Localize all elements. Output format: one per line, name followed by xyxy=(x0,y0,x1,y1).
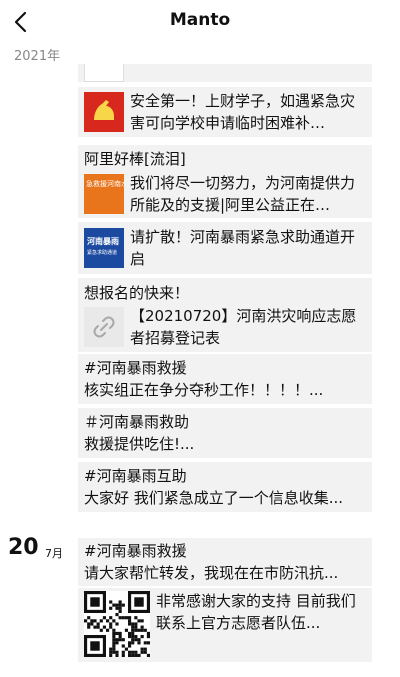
post-text-line: #河南暴雨救援 xyxy=(84,542,187,560)
post-card[interactable]: #河南暴雨救援 请大家帮忙转发，我现在在市防汛抗... xyxy=(78,538,372,586)
year-label: 2021年 xyxy=(14,49,61,64)
post-card[interactable]: 河南暴雨 紧急求助通道 请扩散！河南暴雨紧急求助通道开启 xyxy=(78,222,372,274)
nav-bar: Manto xyxy=(0,0,400,44)
post-thumbnail: 急救援河南水 xyxy=(84,174,124,214)
shared-link[interactable]: 非常感谢大家的支持 目前我们联系上官方志愿者队伍... xyxy=(78,588,372,662)
post-text-line: 救援提供吃住!... xyxy=(84,435,195,453)
post-link-title: 请扩散！河南暴雨紧急求助通道开启 xyxy=(130,228,356,268)
post-thumbnail xyxy=(84,64,124,82)
shared-link[interactable]: 急救援河南水 我们将尽一切努力，为河南提供力所能及的支援|阿里公益正在… xyxy=(78,170,372,218)
post-link-title: 我们将尽一切努力，为河南提供力所能及的支援|阿里公益正在… xyxy=(130,174,356,214)
post-caption: 阿里好棒[流泪] xyxy=(84,150,186,168)
page-title: Manto xyxy=(169,10,231,30)
post-date-month: 7月 xyxy=(45,547,63,560)
post-thumbnail: 河南暴雨 紧急求助通道 xyxy=(84,228,124,268)
post-text-line: #河南暴雨救援 xyxy=(84,359,187,377)
post-card[interactable]: #河南暴雨救援 核实组正在争分夺秒工作！！！！... xyxy=(78,354,372,404)
qr-code-thumbnail xyxy=(84,591,150,657)
moments-feed[interactable]: 安全第一！上财学子，如遇紧急灾害可向学校申请临时困难补… 阿里好棒[流泪] 急救… xyxy=(0,64,400,677)
post-date-day: 20 xyxy=(8,535,39,560)
post-card[interactable]: 安全第一！上财学子，如遇紧急灾害可向学校申请临时困难补… xyxy=(78,87,372,137)
post-card[interactable]: ＃河南暴雨救助 救援提供吃住!... xyxy=(78,408,372,458)
thumbnail-text: 河南暴雨 xyxy=(87,237,119,246)
post-text-line: 请大家帮忙转发，我现在在市防汛抗... xyxy=(84,564,339,582)
post-thumbnail xyxy=(84,92,124,132)
post-text-line: 大家好 我们紧急成立了一个信息收集... xyxy=(84,489,344,507)
post-link-title: 安全第一！上财学子，如遇紧急灾害可向学校申请临时困难补… xyxy=(130,92,356,132)
shared-link[interactable]: 【20210720】河南洪灾响应志愿者招募登记表 xyxy=(78,304,372,350)
post-card[interactable]: #河南暴雨互助 大家好 我们紧急成立了一个信息收集... xyxy=(78,462,372,512)
thumbnail-text: 紧急求助通道 xyxy=(87,250,118,256)
post-caption: 想报名的快来！ xyxy=(84,284,190,302)
post-link-title: 非常感谢大家的支持 目前我们联系上官方志愿者队伍... xyxy=(156,592,356,632)
post-link-title: 【20210720】河南洪灾响应志愿者招募登记表 xyxy=(130,307,357,347)
year-header: 2021年 xyxy=(0,44,400,64)
post-text-line: 核实组正在争分夺秒工作！！！！... xyxy=(84,381,324,399)
link-icon xyxy=(93,316,115,338)
thumbnail-text: 急救援河南水 xyxy=(86,180,124,188)
post-text-line: ＃河南暴雨救助 xyxy=(84,413,190,431)
post-card-partial[interactable] xyxy=(78,64,372,82)
post-thumbnail xyxy=(84,307,124,347)
qr-code-icon xyxy=(84,591,150,657)
post-text-line: #河南暴雨互助 xyxy=(84,467,187,485)
flexed-arm-icon xyxy=(94,100,114,120)
